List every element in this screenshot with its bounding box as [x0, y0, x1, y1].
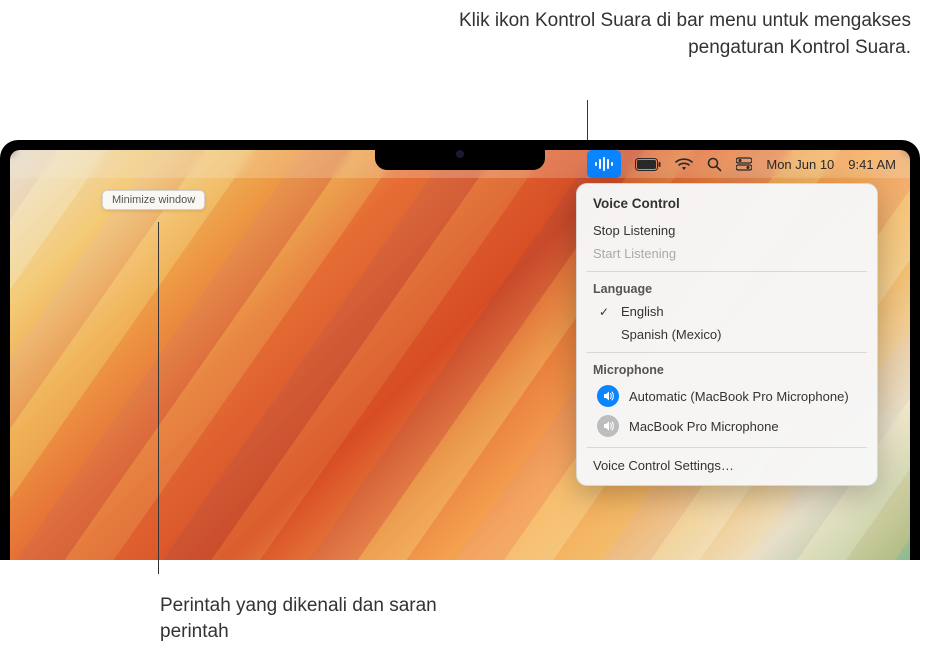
menubar-time[interactable]: 9:41 AM: [848, 150, 896, 178]
display-notch: [375, 140, 545, 170]
battery-icon: [635, 158, 661, 171]
microphone-header: Microphone: [583, 359, 871, 381]
wifi-menubar-icon[interactable]: [675, 150, 693, 178]
control-center-icon: [736, 157, 752, 171]
language-header: Language: [583, 278, 871, 300]
language-item-english[interactable]: ✓ English: [583, 300, 871, 323]
voice-control-dropdown: Voice Control Stop Listening Start Liste…: [576, 183, 878, 486]
annotation-bottom: Perintah yang dikenali dan saran perinta…: [160, 593, 500, 646]
speaker-inactive-icon: [597, 415, 619, 437]
speaker-active-icon: [597, 385, 619, 407]
search-icon: [707, 157, 722, 172]
battery-menubar-icon[interactable]: [635, 150, 661, 178]
camera-dot: [456, 150, 464, 158]
desktop-screen: Mon Jun 10 9:41 AM Minimize window Voice…: [10, 150, 910, 560]
stop-listening-item[interactable]: Stop Listening: [583, 219, 871, 242]
language-label: Spanish (Mexico): [621, 327, 721, 342]
menubar-date[interactable]: Mon Jun 10: [766, 150, 834, 178]
language-item-spanish[interactable]: Spanish (Mexico): [583, 323, 871, 346]
annotation-top: Klik ikon Kontrol Suara di bar menu untu…: [421, 8, 911, 61]
dropdown-separator: [587, 352, 867, 353]
control-center-menubar-icon[interactable]: [736, 150, 752, 178]
dropdown-title: Voice Control: [583, 192, 871, 219]
callout-line-bottom: [158, 222, 159, 574]
microphone-item-macbook[interactable]: MacBook Pro Microphone: [583, 411, 871, 441]
recognized-command-bubble: Minimize window: [102, 190, 205, 210]
start-listening-item: Start Listening: [583, 242, 871, 265]
voice-control-icon: [594, 157, 614, 171]
voice-control-menubar-icon[interactable]: [587, 150, 621, 178]
laptop-frame: Mon Jun 10 9:41 AM Minimize window Voice…: [0, 140, 920, 560]
spotlight-menubar-icon[interactable]: [707, 150, 722, 178]
checkmark-icon: ✓: [597, 305, 611, 319]
wifi-icon: [675, 158, 693, 171]
dropdown-separator: [587, 447, 867, 448]
voice-control-settings-item[interactable]: Voice Control Settings…: [583, 454, 871, 477]
dropdown-separator: [587, 271, 867, 272]
microphone-label: MacBook Pro Microphone: [629, 419, 779, 434]
microphone-item-automatic[interactable]: Automatic (MacBook Pro Microphone): [583, 381, 871, 411]
language-label: English: [621, 304, 664, 319]
microphone-label: Automatic (MacBook Pro Microphone): [629, 389, 849, 404]
